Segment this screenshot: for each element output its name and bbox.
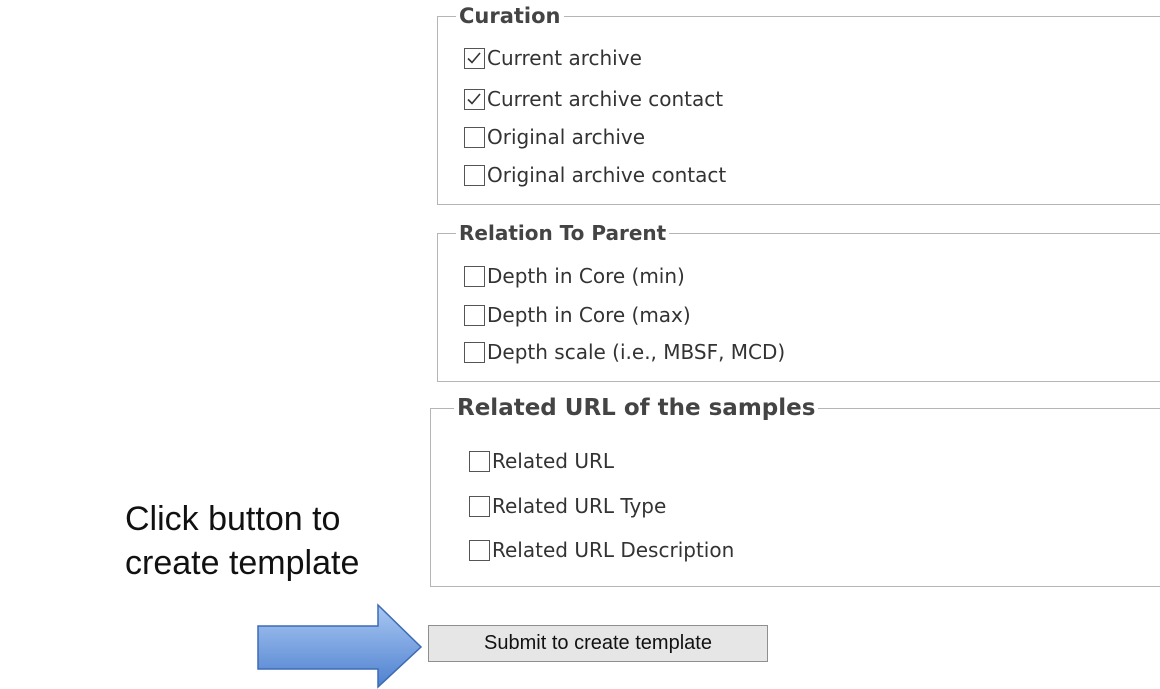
checkbox-depth-min[interactable] [464, 265, 485, 287]
label-current-archive-contact: Current archive contact [487, 87, 724, 111]
related-url-legend: Related URL of the samples [454, 393, 819, 423]
label-related-url: Related URL [492, 449, 614, 473]
label-depth-max: Depth in Core (max) [487, 303, 691, 327]
option-depth-min[interactable]: Depth in Core (min) [464, 264, 685, 288]
checkbox-current-archive-contact[interactable] [464, 88, 485, 110]
option-depth-scale[interactable]: Depth scale (i.e., MBSF, MCD) [464, 340, 785, 364]
label-current-archive: Current archive [487, 46, 642, 70]
label-related-url-type: Related URL Type [492, 494, 667, 518]
relation-to-parent-group: Relation To Parent Depth in Core (min) D… [437, 220, 1160, 382]
checkmark-icon [467, 92, 481, 105]
option-related-url-description[interactable]: Related URL Description [469, 538, 734, 562]
curation-legend: Curation [456, 3, 564, 29]
checkbox-original-archive[interactable] [464, 126, 485, 148]
checkbox-depth-scale[interactable] [464, 341, 485, 363]
checkbox-related-url-description[interactable] [469, 539, 490, 561]
option-depth-max[interactable]: Depth in Core (max) [464, 303, 691, 327]
submit-create-template-button[interactable]: Submit to create template [428, 625, 768, 662]
instruction-line-2: create template [125, 544, 360, 582]
checkbox-related-url[interactable] [469, 450, 490, 472]
option-current-archive[interactable]: Current archive [464, 46, 642, 70]
option-related-url[interactable]: Related URL [469, 449, 614, 473]
checkbox-related-url-type[interactable] [469, 495, 490, 517]
label-related-url-description: Related URL Description [492, 538, 735, 562]
checkmark-icon [467, 51, 481, 64]
label-original-archive-contact: Original archive contact [487, 163, 727, 187]
label-depth-min: Depth in Core (min) [487, 264, 685, 288]
right-arrow-icon [257, 603, 423, 689]
checkbox-depth-max[interactable] [464, 304, 485, 326]
curation-group: Curation Current archive Current archive… [437, 3, 1160, 205]
option-current-archive-contact[interactable]: Current archive contact [464, 87, 723, 111]
instruction-line-1: Click button to [125, 500, 341, 538]
related-url-group: Related URL of the samples Related URL R… [430, 393, 1160, 587]
relation-legend: Relation To Parent [456, 220, 670, 246]
option-related-url-type[interactable]: Related URL Type [469, 494, 666, 518]
option-original-archive[interactable]: Original archive [464, 125, 645, 149]
checkbox-current-archive[interactable] [464, 47, 485, 69]
label-depth-scale: Depth scale (i.e., MBSF, MCD) [487, 340, 786, 364]
checkbox-original-archive-contact[interactable] [464, 164, 485, 186]
label-original-archive: Original archive [487, 125, 646, 149]
option-original-archive-contact[interactable]: Original archive contact [464, 163, 726, 187]
